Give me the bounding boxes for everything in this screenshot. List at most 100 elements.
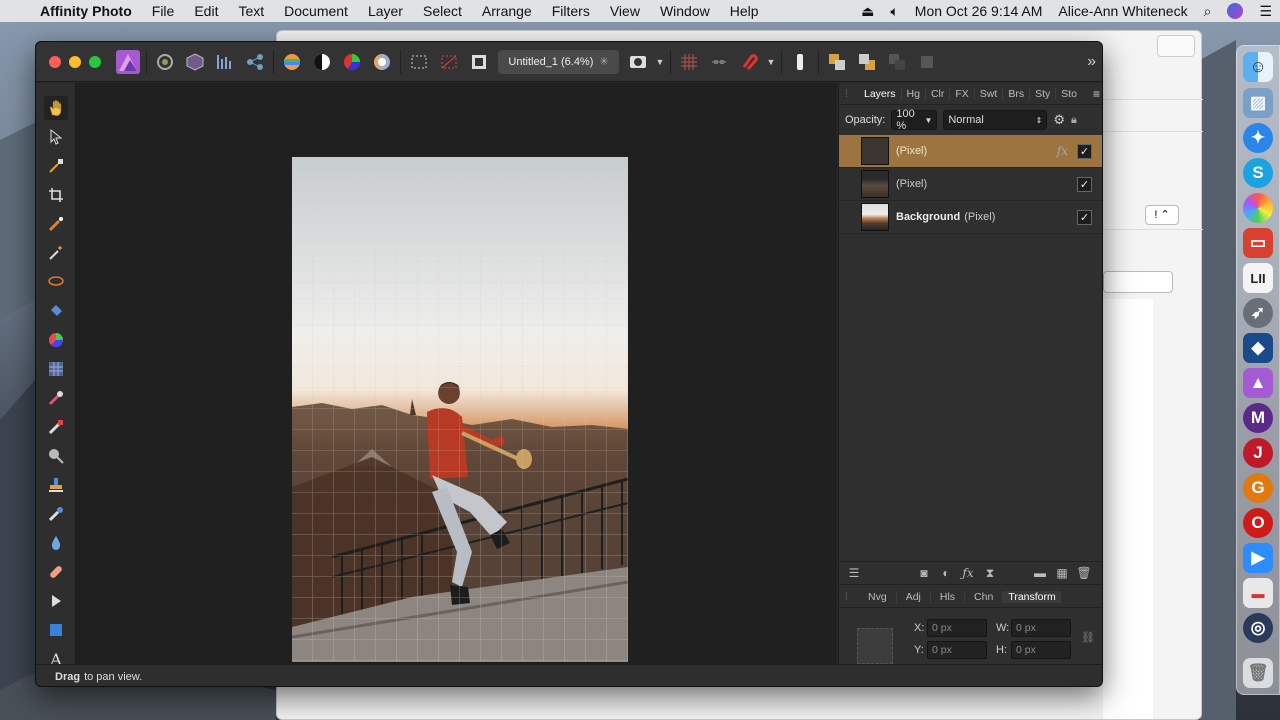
crop-tool-icon[interactable] (44, 183, 68, 207)
photos-icon[interactable] (1243, 193, 1273, 223)
tab-navigator[interactable]: Nvg (859, 590, 897, 603)
background-stepper[interactable]: ! ⌃ (1145, 205, 1179, 225)
layer-row[interactable]: (Pixel) ✓ (839, 168, 1102, 201)
lock-icon[interactable]: 🔒︎ (1071, 114, 1077, 127)
rectangle-tool-icon[interactable] (44, 618, 68, 642)
arrange-back-icon[interactable] (822, 49, 852, 75)
preview-icon[interactable]: ▨ (1243, 88, 1273, 118)
arrange-front-icon[interactable] (912, 49, 942, 75)
quick-mask-icon[interactable] (623, 49, 653, 75)
marquee-selection-icon[interactable] (404, 49, 434, 75)
finder-icon[interactable]: ☺ (1243, 52, 1273, 82)
invert-selection-icon[interactable] (464, 49, 494, 75)
freehand-selection-tool-icon[interactable] (44, 270, 68, 294)
m-app-icon[interactable]: M (1243, 403, 1273, 433)
anchor-point-selector[interactable] (857, 628, 893, 664)
background-toolbar-button[interactable] (1157, 35, 1195, 57)
pixel-tool-icon[interactable] (44, 415, 68, 439)
launchpad-icon[interactable]: ➶ (1243, 298, 1273, 328)
background-select[interactable] (1103, 271, 1173, 293)
menu-select[interactable]: Select (413, 3, 472, 19)
tab-color[interactable]: Clr (926, 87, 951, 100)
toolbar-overflow-icon[interactable]: » (1087, 53, 1096, 71)
assistant-icon[interactable] (785, 49, 815, 75)
live-filter-icon[interactable]: ⧗ (979, 566, 1001, 581)
tab-history[interactable]: Hls (931, 590, 966, 603)
menu-arrange[interactable]: Arrange (472, 3, 542, 19)
menu-filters[interactable]: Filters (542, 3, 600, 19)
deselect-icon[interactable] (434, 49, 464, 75)
align-icon[interactable] (704, 49, 734, 75)
develop-persona-icon[interactable] (180, 49, 210, 75)
mask-layer-icon[interactable]: ◙ (913, 566, 935, 580)
menu-document[interactable]: Document (274, 3, 358, 19)
skype-icon[interactable]: S (1243, 158, 1273, 188)
layers-stack-icon[interactable]: ☰ (843, 566, 865, 580)
add-pixel-layer-icon[interactable]: ▦ (1051, 566, 1073, 580)
move-tool-icon[interactable] (44, 125, 68, 149)
app-menu[interactable]: Affinity Photo (36, 3, 142, 19)
eject-icon[interactable]: ⏏ (853, 3, 882, 20)
minimize-window-button[interactable] (69, 55, 81, 68)
user-name[interactable]: Alice-Ann Whiteneck (1050, 3, 1195, 19)
snapping-magnet-icon[interactable] (734, 49, 764, 75)
levels-icon[interactable] (277, 49, 307, 75)
layer-row[interactable]: Background (Pixel) ✓ (839, 201, 1102, 234)
menu-help[interactable]: Help (720, 3, 769, 19)
snapping-dropdown-icon[interactable]: ▼ (764, 57, 778, 67)
arrange-backward-icon[interactable] (882, 49, 912, 75)
layer-visibility-checkbox[interactable]: ✓ (1077, 143, 1092, 159)
menu-window[interactable]: Window (650, 3, 720, 19)
dodge-tool-icon[interactable] (44, 444, 68, 468)
opera-icon[interactable]: O (1243, 508, 1273, 538)
node-tool-icon[interactable] (44, 589, 68, 613)
menu-edit[interactable]: Edit (184, 3, 228, 19)
clone-stamp-tool-icon[interactable] (44, 473, 68, 497)
panel-menu-icon[interactable]: ≡ (1093, 87, 1100, 101)
layer-effects-icon[interactable]: ƒx (957, 566, 979, 580)
zoom-icon[interactable]: ▶ (1243, 543, 1273, 573)
menu-text[interactable]: Text (228, 3, 274, 19)
menu-file[interactable]: File (142, 3, 185, 19)
siri-icon[interactable] (1227, 3, 1244, 19)
tab-layers[interactable]: Layers (859, 87, 902, 100)
tab-swatches[interactable]: Swt (975, 87, 1004, 100)
liquify-persona-icon[interactable] (150, 49, 180, 75)
zoom-window-button[interactable] (89, 55, 101, 68)
paint-brush-tool-icon[interactable] (44, 386, 68, 410)
close-document-icon[interactable]: ✳ (599, 55, 608, 68)
export-persona-icon[interactable] (240, 49, 270, 75)
toaster-icon[interactable]: ▭ (1243, 228, 1273, 258)
gradient-tool-icon[interactable] (44, 328, 68, 352)
document-photo[interactable] (292, 157, 628, 662)
tab-channels[interactable]: Chn (965, 590, 1004, 603)
tab-brushes[interactable]: Brs (1003, 87, 1031, 100)
h-field[interactable]: 0 px (1011, 641, 1071, 659)
tab-histogram[interactable]: Hg (902, 87, 926, 100)
selection-brush-tool-icon[interactable] (44, 212, 68, 236)
menu-view[interactable]: View (600, 3, 650, 19)
j-app-icon[interactable]: J (1243, 438, 1273, 468)
document-stack-icon[interactable]: ▬ (1243, 578, 1273, 608)
layer-fx-icon[interactable]: fx (1057, 144, 1068, 158)
arrange-forward-icon[interactable] (852, 49, 882, 75)
layer-visibility-checkbox[interactable]: ✓ (1077, 209, 1092, 225)
canvas-area[interactable] (76, 83, 837, 664)
document-tab[interactable]: Untitled_1 (6.4%) ✳ (498, 49, 619, 74)
mesh-warp-tool-icon[interactable] (44, 357, 68, 381)
tab-adjustments[interactable]: Adj (897, 590, 931, 603)
color-picker-tool-icon[interactable] (44, 154, 68, 178)
blend-mode-select[interactable]: Normal ⇕ (943, 110, 1048, 130)
y-field[interactable]: 0 px (927, 641, 987, 659)
spotlight-search-icon[interactable]: ⌕ (1196, 3, 1220, 20)
flood-select-tool-icon[interactable] (44, 241, 68, 265)
flood-fill-tool-icon[interactable] (44, 299, 68, 323)
notification-center-icon[interactable]: ☰ (1251, 3, 1280, 20)
blur-tool-icon[interactable] (44, 531, 68, 555)
layer-row[interactable]: (Pixel) fx ✓ (839, 135, 1102, 168)
smudge-tool-icon[interactable] (44, 502, 68, 526)
hsl-icon[interactable] (337, 49, 367, 75)
tab-stock[interactable]: Sto (1056, 88, 1082, 100)
opacity-field[interactable]: 100 % ▼ (891, 108, 938, 132)
photo-persona-icon[interactable] (113, 49, 143, 75)
